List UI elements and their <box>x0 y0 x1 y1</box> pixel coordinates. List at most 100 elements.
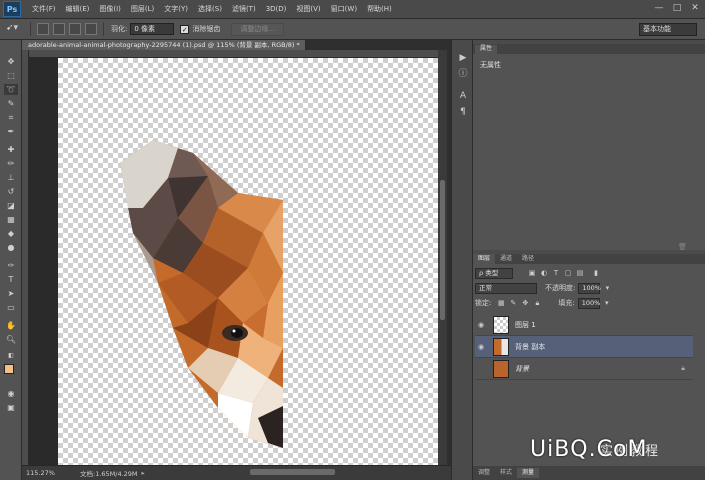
menu-help[interactable]: 帮助(H) <box>362 4 397 14</box>
layer-name: 背景 <box>515 364 529 373</box>
tab-adjustments[interactable]: 调整 <box>473 468 495 478</box>
paragraph-icon[interactable]: ¶ <box>457 106 469 118</box>
properties-tab[interactable]: 属性 <box>475 45 497 54</box>
refine-edge-button[interactable]: 调整边缘... <box>231 22 285 36</box>
tab-styles[interactable]: 样式 <box>495 468 517 478</box>
tab-paths[interactable]: 路径 <box>517 254 539 264</box>
window-controls: — □ ✕ <box>653 2 701 14</box>
foreground-color-swatch[interactable] <box>4 364 14 374</box>
filter-toggle-icon[interactable]: ▮ <box>591 268 601 278</box>
zoom-tool-icon[interactable]: 🔍︎ <box>4 334 18 345</box>
pen-tool-icon[interactable]: ✑ <box>4 260 18 271</box>
intersect-selection-icon[interactable] <box>85 23 97 35</box>
bottom-panel-tabs: 调整 样式 测量 <box>473 466 705 480</box>
crop-tool-icon[interactable]: ⌗ <box>4 112 18 123</box>
blur-tool-icon[interactable]: ◆ <box>4 228 18 239</box>
fill-dropdown-icon[interactable]: ▾ <box>602 298 612 308</box>
document-title: adorable-animal-animal-photography-22957… <box>28 41 300 49</box>
vertical-scroll-thumb[interactable] <box>440 180 445 320</box>
opacity-dropdown-icon[interactable]: ▾ <box>602 283 612 293</box>
shape-tool-icon[interactable]: ▭ <box>4 302 18 313</box>
visibility-eye-icon[interactable]: ◉ <box>475 365 487 373</box>
visibility-eye-icon[interactable]: ◉ <box>475 321 487 329</box>
layer-filter-row: ρ 类型 ▣ ◐ T ▢ ▤ ▮ <box>475 266 697 280</box>
canvas[interactable] <box>58 58 443 465</box>
feather-input[interactable]: 0 像素 <box>130 23 175 35</box>
quick-select-tool-icon[interactable]: ✎ <box>4 98 18 109</box>
visibility-eye-icon[interactable]: ◉ <box>475 343 487 351</box>
horizontal-scroll-thumb[interactable] <box>250 469 335 475</box>
document-tab[interactable]: adorable-animal-animal-photography-22957… <box>22 40 306 50</box>
layer-thumbnail <box>493 315 509 334</box>
eyedropper-tool-icon[interactable]: ✒ <box>4 126 18 137</box>
type-tool-icon[interactable]: T <box>4 274 18 285</box>
opacity-input[interactable]: 100% <box>578 282 601 294</box>
marquee-tool-icon[interactable]: ⬚ <box>4 70 18 81</box>
close-button[interactable]: ✕ <box>689 2 701 14</box>
eraser-tool-icon[interactable]: ◪ <box>4 200 18 211</box>
character-icon[interactable]: A <box>457 90 469 102</box>
brush-tool-icon[interactable]: ✏ <box>4 158 18 169</box>
screen-mode-icon[interactable]: ▣ <box>4 402 18 413</box>
menu-image[interactable]: 图像(I) <box>94 4 126 14</box>
blend-mode-select[interactable]: 正常 <box>475 282 537 294</box>
filter-shape-icon[interactable]: ▢ <box>563 268 573 278</box>
minimize-button[interactable]: — <box>653 2 665 14</box>
lock-image-icon[interactable]: ✎ <box>508 298 518 308</box>
layer-row[interactable]: ◉ 背景 🔒︎ <box>475 358 693 380</box>
zoom-level[interactable]: 115.27% <box>26 469 56 477</box>
lasso-tool-icon[interactable]: ➰ <box>4 84 18 95</box>
default-colors-icon[interactable]: ◧ <box>4 350 18 361</box>
tab-channels[interactable]: 通道 <box>495 254 517 264</box>
lock-transparent-icon[interactable]: ▦ <box>496 298 506 308</box>
filter-type-icon[interactable]: T <box>551 268 561 278</box>
status-menu-arrow-icon[interactable]: ▸ <box>142 469 145 477</box>
menu-3d[interactable]: 3D(D) <box>261 5 292 13</box>
layer-row[interactable]: ◉ 图层 1 <box>475 314 693 336</box>
trash-icon[interactable]: 🗑︎ <box>678 243 687 251</box>
lock-all-icon[interactable]: 🔒︎ <box>532 298 542 308</box>
gradient-tool-icon[interactable]: ▦ <box>4 214 18 225</box>
filter-smart-object-icon[interactable]: ▤ <box>575 268 585 278</box>
info-icon[interactable]: ⓘ <box>457 68 469 80</box>
hand-tool-icon[interactable]: ✋ <box>4 320 18 331</box>
tab-measure[interactable]: 测量 <box>517 468 540 478</box>
layer-filter-select[interactable]: ρ 类型 <box>475 267 513 279</box>
quick-mask-icon[interactable]: ◉ <box>4 388 18 399</box>
menu-view[interactable]: 视图(V) <box>291 4 325 14</box>
play-action-icon[interactable]: ▶ <box>457 52 469 64</box>
menu-type[interactable]: 文字(Y) <box>159 4 193 14</box>
new-selection-icon[interactable] <box>37 23 49 35</box>
layer-row-selected[interactable]: ◉ 背景 副本 <box>475 336 693 358</box>
filter-adjustment-icon[interactable]: ◐ <box>539 268 549 278</box>
workspace-select[interactable]: 基本功能 <box>639 23 697 36</box>
add-selection-icon[interactable] <box>53 23 65 35</box>
antialias-checkbox[interactable]: ✓ <box>180 24 190 34</box>
dodge-tool-icon[interactable]: ● <box>4 242 18 253</box>
restore-button[interactable]: □ <box>671 2 683 14</box>
lock-position-icon[interactable]: ✥ <box>520 298 530 308</box>
lock-row: 锁定: ▦ ✎ ✥ 🔒︎ 填充: 100% ▾ <box>475 296 697 310</box>
menu-filter[interactable]: 滤镜(T) <box>227 4 261 14</box>
menu-edit[interactable]: 编辑(E) <box>61 4 95 14</box>
menu-select[interactable]: 选择(S) <box>193 4 227 14</box>
ps-logo-icon: Ps <box>3 1 21 17</box>
history-brush-tool-icon[interactable]: ↺ <box>4 186 18 197</box>
watermark-text: UiBQ.CoM <box>530 437 648 462</box>
move-tool-icon[interactable]: ✥ <box>4 56 18 67</box>
layer-lock-icon: 🔒︎ <box>681 364 685 372</box>
menu-file[interactable]: 文件(F) <box>27 4 61 14</box>
stamp-tool-icon[interactable]: ⊥ <box>4 172 18 183</box>
menu-layer[interactable]: 图层(L) <box>126 4 159 14</box>
lasso-preset-icon[interactable]: ➹▾ <box>6 23 24 35</box>
fill-input[interactable]: 100% <box>577 297 600 309</box>
close-tab-icon[interactable]: × <box>305 41 306 49</box>
layer-name: 背景 副本 <box>515 342 546 351</box>
healing-tool-icon[interactable]: ✚ <box>4 144 18 155</box>
menu-window[interactable]: 窗口(W) <box>326 4 362 14</box>
divider <box>103 22 104 36</box>
subtract-selection-icon[interactable] <box>69 23 81 35</box>
tab-layers[interactable]: 图层 <box>473 254 496 264</box>
filter-pixel-icon[interactable]: ▣ <box>527 268 537 278</box>
path-select-tool-icon[interactable]: ➤ <box>4 288 18 299</box>
